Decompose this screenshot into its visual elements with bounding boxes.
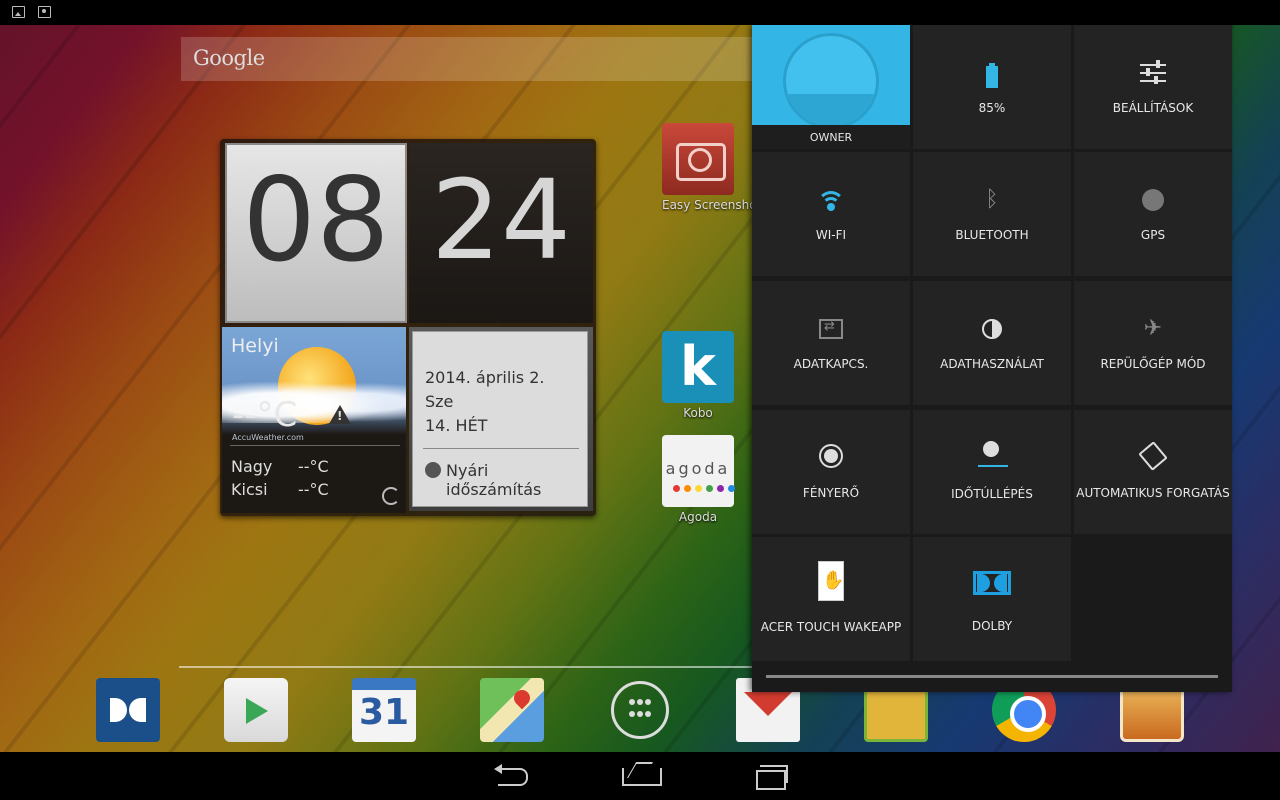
battery-icon [986, 63, 998, 88]
airplane-icon: ✈ [1143, 316, 1163, 341]
clock-minute: 24 [431, 156, 571, 284]
google-logo: Google [193, 46, 265, 70]
kobo-logo-letter: k [680, 335, 716, 398]
app-label: Kobo [683, 406, 713, 420]
data-connection-icon [819, 319, 843, 339]
qs-gps[interactable]: GPS [1074, 152, 1232, 276]
app-label: Agoda [678, 510, 718, 524]
qs-wifi[interactable]: WI-FI [752, 152, 910, 276]
high-temp-value: --°C [298, 457, 329, 476]
kobo-shortcut[interactable]: k Kobo [662, 331, 734, 420]
clock-hour: 08 [242, 153, 390, 288]
qs-label: DOLBY [971, 619, 1013, 633]
wifi-icon [817, 191, 845, 213]
qs-dolby[interactable]: DOLBY [913, 537, 1071, 661]
easy-screenshot-shortcut[interactable]: Easy Screensho [662, 123, 757, 212]
data-usage-icon [982, 319, 1002, 339]
qs-label: REPÜLŐGÉP MÓD [1100, 357, 1206, 371]
qs-auto-rotate[interactable]: AUTOMATIKUS FORGATÁS [1074, 410, 1232, 534]
weather-tile[interactable]: Helyi --°C AccuWeather.com Nagy --°C Kic… [222, 327, 406, 513]
qs-label: BLUETOOTH [955, 228, 1029, 242]
qs-label: 85% [978, 101, 1006, 115]
qs-airplane-mode[interactable]: ✈ REPÜLŐGÉP MÓD [1074, 281, 1232, 405]
camera-icon [662, 123, 734, 195]
weather-location: Helyi [231, 335, 279, 357]
settings-sliders-icon [1140, 60, 1166, 86]
google-search-bar[interactable]: Google [181, 37, 752, 81]
qs-data-connection[interactable]: ADATKAPCS. [752, 281, 910, 405]
dst-label: Nyári időszámítás [446, 461, 542, 499]
home-button[interactable] [620, 762, 662, 790]
qs-bluetooth[interactable]: ᛒ BLUETOOTH [913, 152, 1071, 276]
qs-brightness[interactable]: FÉNYERŐ [752, 410, 910, 534]
back-button[interactable] [492, 762, 532, 790]
qs-label: WI-FI [815, 228, 847, 242]
qs-battery[interactable]: 85% [913, 25, 1071, 149]
hand-icon [818, 561, 844, 601]
low-temp-value: --°C [298, 480, 329, 499]
agoda-icon: agoda [662, 435, 735, 507]
app-label: Easy Screensho [662, 198, 757, 212]
dolby-icon[interactable] [96, 678, 160, 742]
dolby-logo [110, 698, 146, 722]
date-tile[interactable]: 2014. április 2. Sze 14. HÉT Nyári idősz… [409, 327, 593, 511]
calendar-day: 31 [358, 692, 410, 733]
agoda-logo-text: agoda [665, 459, 731, 478]
agoda-shortcut[interactable]: agoda Agoda [662, 435, 735, 524]
qs-label: ADATKAPCS. [793, 357, 869, 371]
avatar [783, 33, 879, 129]
weekday: Sze [425, 392, 454, 411]
rotate-icon [1138, 441, 1168, 471]
play-store-icon[interactable] [224, 678, 288, 742]
agoda-dots [673, 485, 735, 492]
weather-provider: AccuWeather.com [232, 433, 304, 442]
bluetooth-icon: ᛒ [985, 187, 999, 212]
navigation-bar [0, 752, 1280, 800]
status-bar [0, 0, 1280, 25]
divider [423, 448, 579, 449]
timeout-icon [978, 441, 1008, 467]
qs-label: IDŐTÚLLÉPÉS [951, 487, 1033, 501]
qs-owner[interactable]: OWNER [752, 25, 910, 149]
refresh-icon[interactable] [382, 487, 400, 505]
panel-drag-handle[interactable] [766, 675, 1218, 678]
qs-timeout[interactable]: IDŐTÚLLÉPÉS [913, 410, 1071, 534]
dst-icon [425, 462, 441, 478]
full-date: 2014. április 2. [425, 368, 545, 387]
week-number: 14. HÉT [425, 416, 488, 435]
screenshot-notification-icon[interactable] [38, 6, 51, 18]
calendar-icon[interactable]: 31 [352, 678, 416, 742]
date-card: 2014. április 2. Sze 14. HÉT Nyári idősz… [412, 331, 588, 507]
brightness-icon [824, 449, 838, 463]
weather-temperature: --°C [232, 395, 298, 435]
clock-weather-widget[interactable]: 08 24 Helyi --°C AccuWeather.com Nagy --… [220, 139, 596, 516]
image-notification-icon[interactable] [12, 6, 25, 18]
all-apps-icon[interactable] [611, 681, 669, 739]
maps-icon[interactable] [480, 678, 544, 742]
qs-label: FÉNYERŐ [802, 486, 860, 500]
low-temp-label: Kicsi [231, 480, 268, 499]
qs-label: ACER TOUCH WAKEAPP [760, 620, 902, 634]
qs-label: GPS [1140, 228, 1166, 242]
high-temp-label: Nagy [231, 457, 273, 476]
hour-tile[interactable]: 08 [225, 143, 407, 323]
qs-data-usage[interactable]: ADATHASZNÁLAT [913, 281, 1071, 405]
qs-label: BEÁLLÍTÁSOK [1112, 101, 1194, 115]
qs-acer-touch-wakeapp[interactable]: ACER TOUCH WAKEAPP [752, 537, 910, 661]
minute-tile[interactable]: 24 [409, 143, 593, 323]
gps-icon [1142, 189, 1164, 211]
qs-label: AUTOMATIKUS FORGATÁS [1076, 486, 1230, 500]
qs-label: ADATHASZNÁLAT [940, 357, 1044, 371]
recent-apps-button[interactable] [748, 762, 788, 790]
qs-label: OWNER [809, 131, 853, 144]
divider [230, 445, 400, 446]
dolby-icon [973, 571, 1011, 595]
warning-icon [329, 405, 351, 424]
dock-divider [179, 666, 752, 668]
qs-settings[interactable]: BEÁLLÍTÁSOK [1074, 25, 1232, 149]
kobo-icon: k [662, 331, 734, 403]
quick-settings-panel: OWNER 85% BEÁLLÍTÁSOK WI-FI ᛒ BLUETOOTH [752, 25, 1232, 692]
apps-grid-icon [629, 699, 651, 721]
